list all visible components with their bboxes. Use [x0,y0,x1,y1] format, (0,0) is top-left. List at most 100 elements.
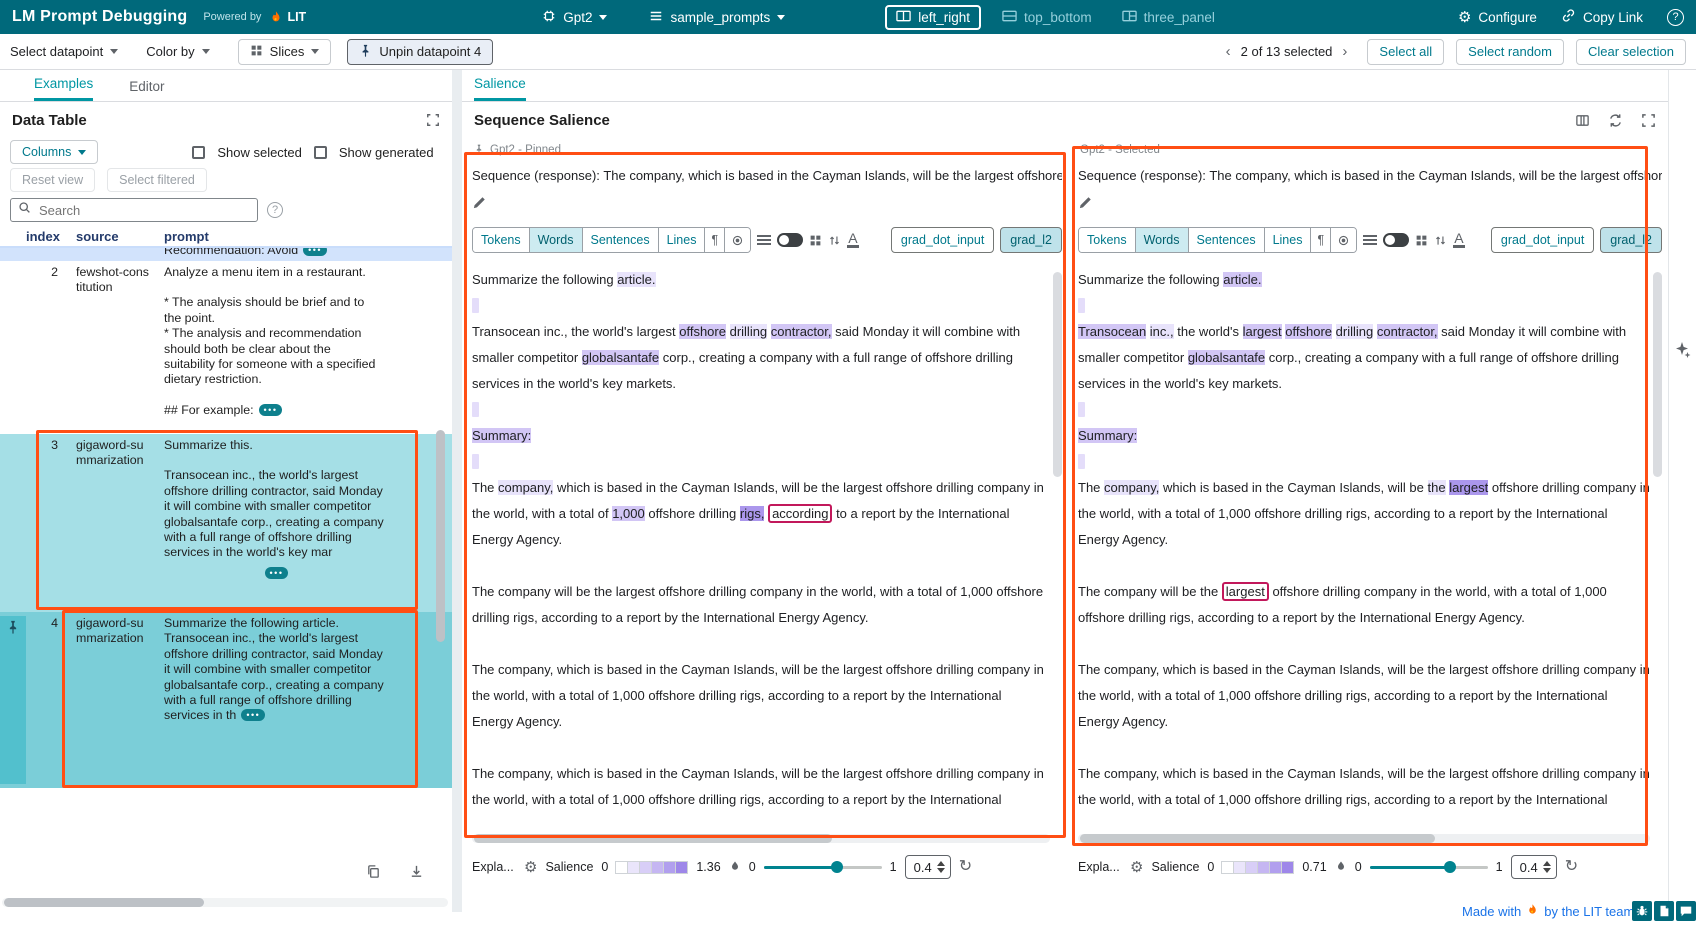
panel-horizontal-scrollbar[interactable] [1078,834,1650,843]
download-icon[interactable] [409,864,424,879]
tab-editor[interactable]: Editor [129,79,164,101]
help-button[interactable]: ? [1667,9,1684,26]
reset-view-button[interactable]: Reset view [10,168,95,192]
columns-button[interactable]: Columns [10,140,98,164]
granularity-lines[interactable]: Lines [1265,228,1312,252]
documentation-icon[interactable] [1654,901,1674,921]
text-format-icon[interactable]: A [847,232,858,248]
table-row-clipped[interactable]: Recommendation: Avoid••• [0,248,452,261]
dataset-selector[interactable]: sample_prompts [649,9,785,26]
cycle-icon[interactable] [1608,113,1623,128]
search-input[interactable] [37,202,250,219]
scrollbar-thumb[interactable] [474,834,832,843]
slider-thumb[interactable] [831,861,843,873]
gear-icon[interactable]: ⚙ [1130,858,1143,876]
table-horizontal-scrollbar[interactable] [2,898,448,907]
grid-view-icon[interactable] [1415,234,1428,247]
scrollbar-thumb[interactable] [4,898,204,907]
select-filtered-button[interactable]: Select filtered [107,168,207,192]
layout-top-bottom-button[interactable]: top_bottom [993,7,1101,28]
panel-vertical-scrollbar[interactable] [1053,272,1062,477]
text-format-icon[interactable]: A [1453,232,1464,248]
unpin-datapoint-button[interactable]: Unpin datapoint 4 [347,39,493,65]
search-box[interactable] [10,198,258,222]
bug-report-icon[interactable] [1632,901,1652,921]
vertical-align-icon[interactable] [828,234,841,247]
gear-icon[interactable]: ⚙ [524,858,537,876]
salience-text[interactable]: Summarize the following article.Transoce… [1078,267,1652,813]
token-circle-icon[interactable] [1331,228,1356,252]
table-row[interactable]: 3gigaword-summarizationSummarize this. T… [0,434,452,612]
stepper-arrows-icon[interactable] [1543,861,1551,873]
feedback-icon[interactable] [1676,901,1696,921]
granularity-sentences[interactable]: Sentences [583,228,659,252]
granularity-tokens[interactable]: Tokens [1079,228,1136,252]
configure-button[interactable]: ⚙ Configure [1458,8,1537,26]
salience-text[interactable]: Summarize the following article.Transoce… [472,267,1046,813]
paragraph-granularity-icon[interactable]: ¶ [1311,228,1331,252]
reset-icon[interactable]: ↻ [1565,859,1578,875]
column-header-index[interactable]: index [26,229,70,243]
granularity-words[interactable]: Words [1136,228,1189,252]
method-grad-dot-input[interactable]: grad_dot_input [891,227,994,253]
sparkle-icon[interactable] [1672,340,1692,365]
select-all-button[interactable]: Select all [1367,39,1444,65]
column-header-prompt[interactable]: prompt [158,229,384,243]
panel-horizontal-scrollbar[interactable] [472,834,1050,843]
granularity-tokens[interactable]: Tokens [473,228,530,252]
vertical-align-icon[interactable] [1434,234,1447,247]
scrollbar-thumb[interactable] [1080,834,1435,843]
density-icon[interactable] [1363,235,1377,245]
copy-link-button[interactable]: Copy Link [1561,8,1643,26]
select-random-button[interactable]: Select random [1456,39,1564,65]
granularity-words[interactable]: Words [530,228,583,252]
method-grad-l2[interactable]: grad_l2 [1600,227,1662,253]
select-datapoint-dropdown[interactable]: Select datapoint [10,44,118,59]
token-circle-icon[interactable] [725,228,750,252]
layout-three-panel-button[interactable]: three_panel [1113,7,1224,28]
table-row[interactable]: 4gigaword-summarizationSummarize the fol… [0,612,452,788]
maximize-icon[interactable] [426,113,440,127]
expand-ellipsis-badge[interactable]: ••• [303,248,327,256]
threshold-input[interactable]: 0.4 [905,855,951,879]
threshold-input[interactable]: 0.4 [1511,855,1557,879]
table-vertical-scrollbar[interactable] [436,430,445,642]
prev-datapoint-button[interactable]: ‹ [1226,43,1231,60]
model-selector[interactable]: Gpt2 [542,9,607,26]
tab-examples[interactable]: Examples [34,76,93,101]
clear-selection-button[interactable]: Clear selection [1576,39,1686,65]
color-by-dropdown[interactable]: Color by [146,44,209,59]
show-selected-checkbox[interactable] [192,146,205,159]
maximize-icon[interactable] [1641,113,1656,128]
reset-icon[interactable]: ↻ [959,859,972,875]
copy-icon[interactable] [366,864,381,879]
stepper-arrows-icon[interactable] [937,861,945,873]
slider-thumb[interactable] [1444,861,1456,873]
method-grad-dot-input[interactable]: grad_dot_input [1491,227,1594,253]
method-grad-l2[interactable]: grad_l2 [1000,227,1062,253]
columns-icon[interactable] [1575,113,1590,128]
next-datapoint-button[interactable]: › [1342,43,1347,60]
tab-salience[interactable]: Salience [474,76,526,101]
density-icon[interactable] [757,235,771,245]
focus-toggle[interactable] [777,233,803,247]
edit-sequence-button[interactable] [472,195,487,210]
column-header-source[interactable]: source [70,229,158,243]
show-generated-checkbox[interactable] [314,146,327,159]
paragraph-granularity-icon[interactable]: ¶ [705,228,725,252]
chevron-down-icon [78,150,86,155]
threshold-slider[interactable] [764,860,882,874]
expand-ellipsis-badge[interactable]: ••• [265,567,289,579]
layout-left-right-button[interactable]: left_right [885,5,981,30]
granularity-sentences[interactable]: Sentences [1189,228,1265,252]
expand-ellipsis-badge[interactable]: ••• [259,404,283,416]
table-row[interactable]: 2fewshot-constitutionAnalyze a menu item… [0,261,452,434]
grid-view-icon[interactable] [809,234,822,247]
slices-button[interactable]: Slices [238,39,332,65]
threshold-slider[interactable] [1370,860,1488,874]
granularity-lines[interactable]: Lines [659,228,706,252]
focus-toggle[interactable] [1383,233,1409,247]
edit-sequence-button[interactable] [1078,195,1093,210]
expand-ellipsis-badge[interactable]: ••• [241,709,265,721]
panel-vertical-scrollbar[interactable] [1653,272,1662,477]
